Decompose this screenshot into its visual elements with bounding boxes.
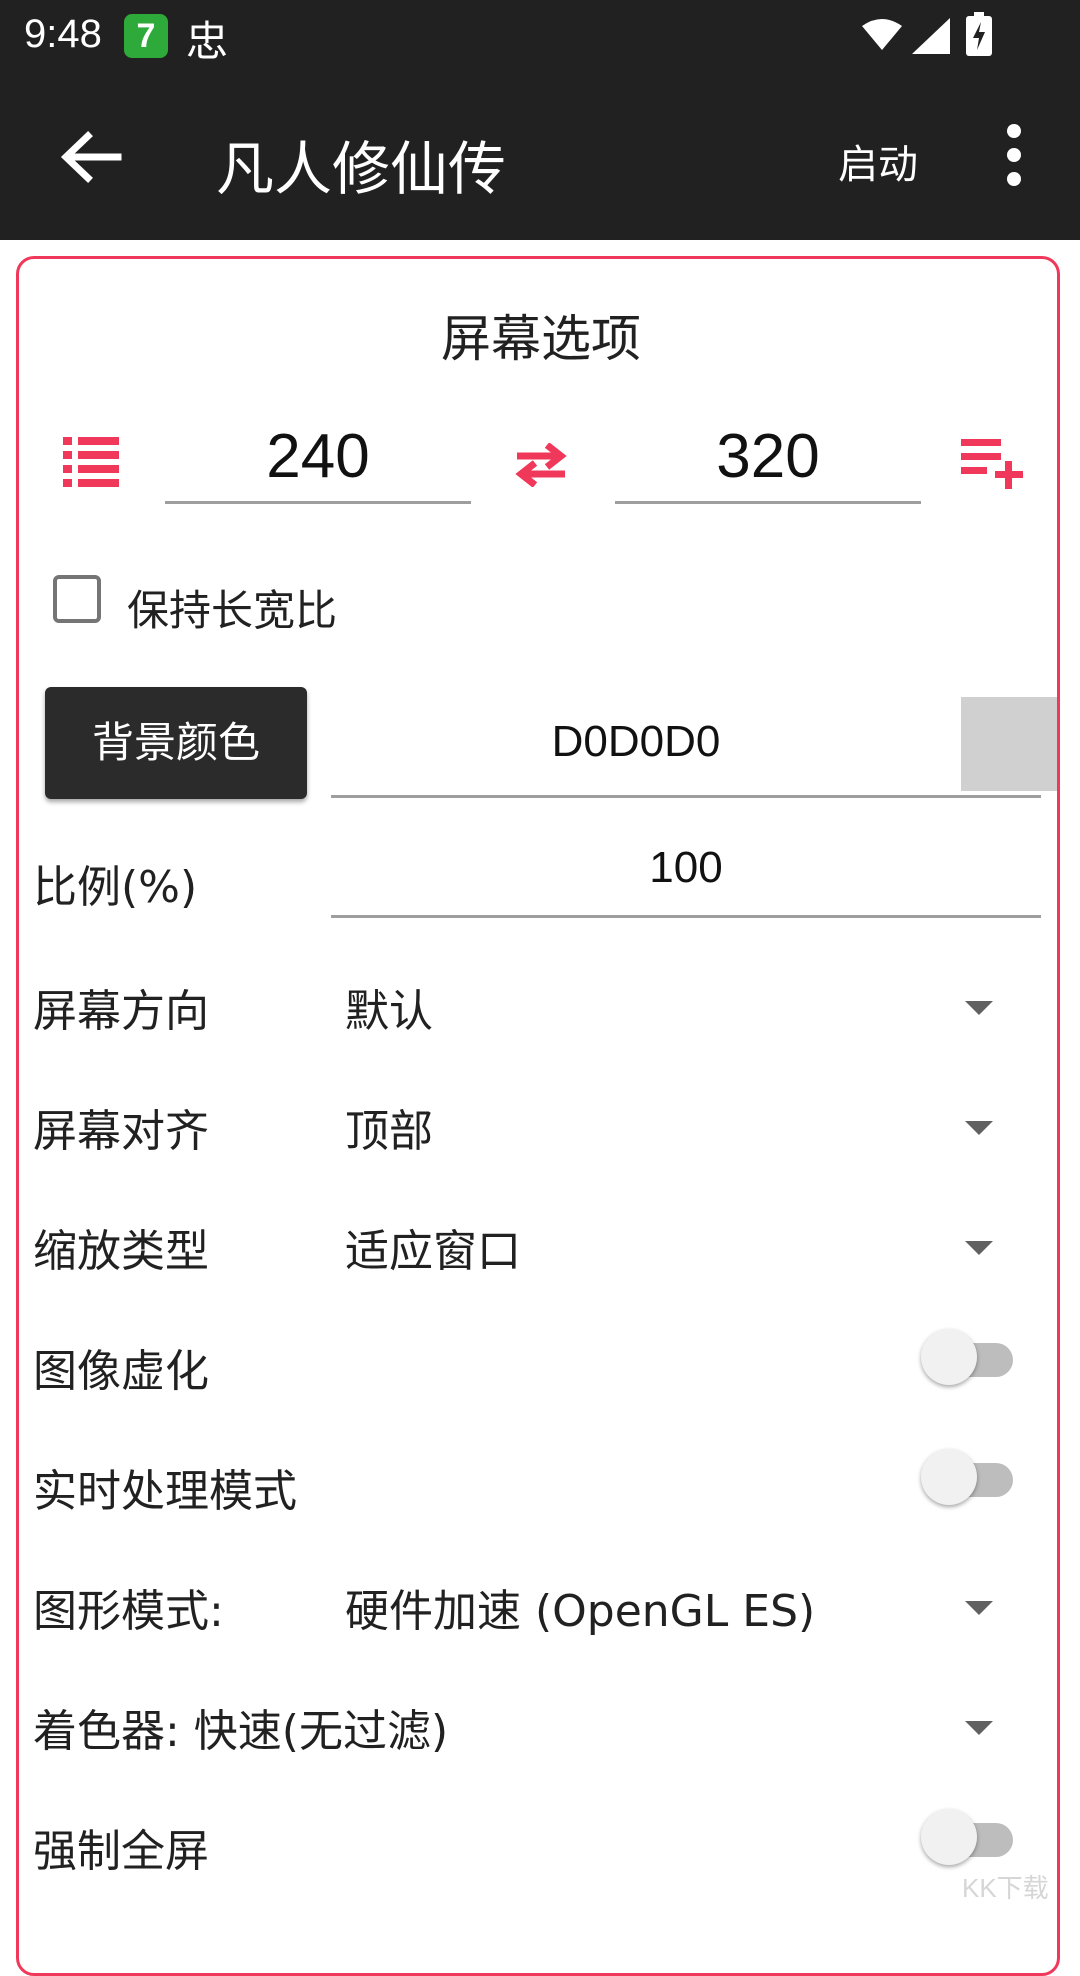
keep-aspect-checkbox[interactable] <box>53 575 101 623</box>
fullscreen-label: 强制全屏 <box>33 1826 209 1877</box>
shader-spinner[interactable]: 着色器: 快速(无过滤) <box>33 1695 448 1759</box>
fullscreen-toggle[interactable] <box>921 1809 1021 1869</box>
zoom-type-spinner[interactable]: 适应窗口 <box>345 1215 521 1279</box>
orientation-label: 屏幕方向 <box>33 986 209 1037</box>
orientation-dropdown-icon[interactable] <box>965 1001 993 1015</box>
align-label: 屏幕对齐 <box>33 1106 209 1157</box>
height-input[interactable]: 320 <box>615 409 921 504</box>
zoom-type-label: 缩放类型 <box>33 1226 209 1277</box>
swap-icon[interactable] <box>513 443 569 487</box>
align-dropdown-icon[interactable] <box>965 1121 993 1135</box>
bg-color-swatch[interactable] <box>961 697 1057 791</box>
shader-dropdown-icon[interactable] <box>965 1721 993 1735</box>
launch-button[interactable]: 启动 <box>838 132 918 190</box>
width-input[interactable]: 240 <box>165 409 471 504</box>
page-title: 凡人修仙传 <box>216 135 507 203</box>
watermark: KK下载 <box>962 1873 1049 1903</box>
bg-color-value[interactable]: D0D0D0 <box>331 689 941 795</box>
notification-bug-icon: 忠 <box>186 17 229 66</box>
status-time: 9:48 <box>24 12 102 56</box>
graphics-mode-dropdown-icon[interactable] <box>965 1601 993 1615</box>
wifi-icon <box>862 19 902 50</box>
screen-options-card: 屏幕选项 240 320 保持长宽比 背景颜色 D0D0D0 比例(%) 100… <box>16 256 1060 1976</box>
scale-label: 比例(%) <box>33 862 198 913</box>
resolution-list-icon[interactable] <box>63 435 119 489</box>
blur-label: 图像虚化 <box>33 1346 209 1397</box>
graphics-mode-spinner[interactable]: 硬件加速 (OpenGL ES) <box>345 1575 815 1639</box>
card-title: 屏幕选项 <box>441 310 641 368</box>
battery-icon <box>966 12 992 56</box>
bg-color-button[interactable]: 背景颜色 <box>45 687 307 799</box>
realtime-toggle[interactable] <box>921 1449 1021 1509</box>
app-bar: 凡人修仙传 启动 <box>0 72 1080 240</box>
status-bar: 9:48 7 忠 <box>0 0 1080 72</box>
align-spinner[interactable]: 顶部 <box>345 1095 433 1159</box>
keep-aspect-label: 保持长宽比 <box>127 586 338 635</box>
realtime-label: 实时处理模式 <box>33 1466 297 1517</box>
notification-app-icon: 7 <box>124 14 168 58</box>
add-resolution-icon[interactable] <box>961 437 1025 491</box>
blur-toggle[interactable] <box>921 1329 1021 1389</box>
bg-color-field[interactable]: D0D0D0 <box>331 689 1057 798</box>
orientation-spinner[interactable]: 默认 <box>345 975 433 1039</box>
scale-input[interactable]: 100 <box>331 821 1041 918</box>
more-options-icon[interactable] <box>1000 124 1028 188</box>
zoom-type-dropdown-icon[interactable] <box>965 1241 993 1255</box>
graphics-mode-label: 图形模式: <box>33 1586 224 1637</box>
back-arrow-icon[interactable] <box>56 122 126 192</box>
signal-icon <box>912 18 950 54</box>
